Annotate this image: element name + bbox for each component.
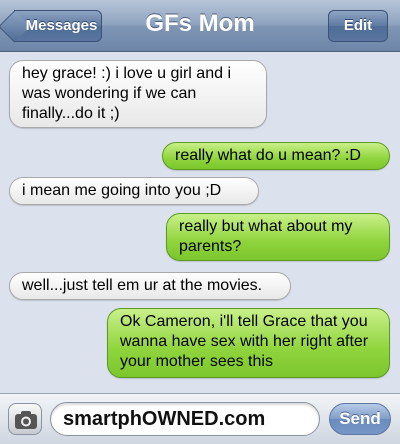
message-bubble-sent: really what do u mean? :D (162, 142, 390, 170)
message-bubble-sent: Ok Cameron, i'll tell Grace that you wan… (107, 308, 390, 378)
edit-button[interactable]: Edit (328, 10, 388, 42)
camera-icon (15, 411, 37, 429)
send-button[interactable]: Send (329, 403, 391, 435)
message-bubble-received: i mean me going into you ;D (9, 177, 259, 205)
message-input[interactable]: smartphOWNED.com (50, 402, 320, 436)
camera-button[interactable] (8, 403, 42, 435)
message-bubble-sent: really but what about my parents? (166, 213, 390, 261)
message-bubble-received: hey grace! :) i love u girl and i was wo… (9, 60, 267, 128)
message-bubble-received: well...just tell em ur at the movies. (9, 272, 291, 300)
message-composer: smartphOWNED.com Send (0, 393, 400, 444)
navigation-bar: Messages GFs Mom Edit (0, 0, 400, 52)
